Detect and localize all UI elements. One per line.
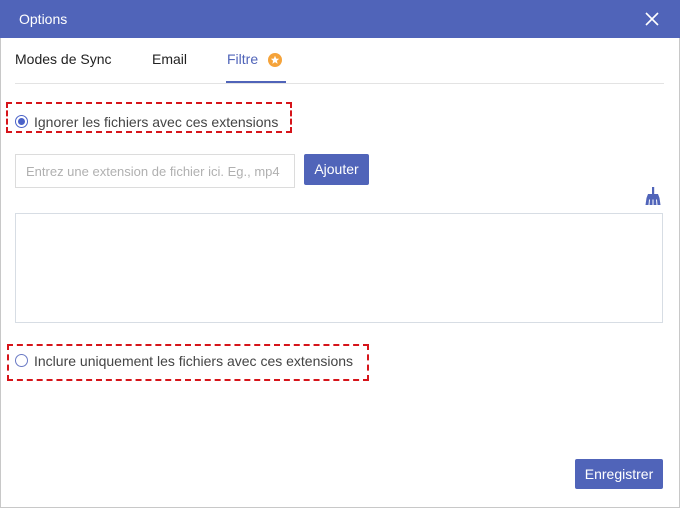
tab-filter[interactable]: Filtre bbox=[227, 51, 258, 67]
broom-icon[interactable] bbox=[645, 187, 661, 206]
add-extension-button[interactable]: Ajouter bbox=[304, 154, 369, 185]
include-option-label[interactable]: Inclure uniquement les fichiers avec ces… bbox=[34, 353, 353, 369]
save-button[interactable]: Enregistrer bbox=[575, 459, 663, 489]
star-badge-icon bbox=[268, 53, 282, 67]
window-title: Options bbox=[19, 11, 68, 27]
include-radio[interactable] bbox=[15, 354, 28, 367]
extension-input[interactable] bbox=[15, 154, 295, 188]
tab-bar: Modes de Sync Email Filtre bbox=[15, 38, 664, 84]
exclude-option-label[interactable]: Ignorer les fichiers avec ces extensions bbox=[34, 114, 278, 130]
exclude-radio[interactable] bbox=[15, 115, 28, 128]
tab-sync-modes[interactable]: Modes de Sync bbox=[15, 51, 112, 67]
title-bar: Options bbox=[0, 0, 680, 38]
active-tab-indicator bbox=[226, 81, 286, 83]
extension-list[interactable] bbox=[15, 213, 663, 323]
tab-email[interactable]: Email bbox=[152, 51, 187, 67]
close-icon[interactable] bbox=[644, 11, 660, 27]
